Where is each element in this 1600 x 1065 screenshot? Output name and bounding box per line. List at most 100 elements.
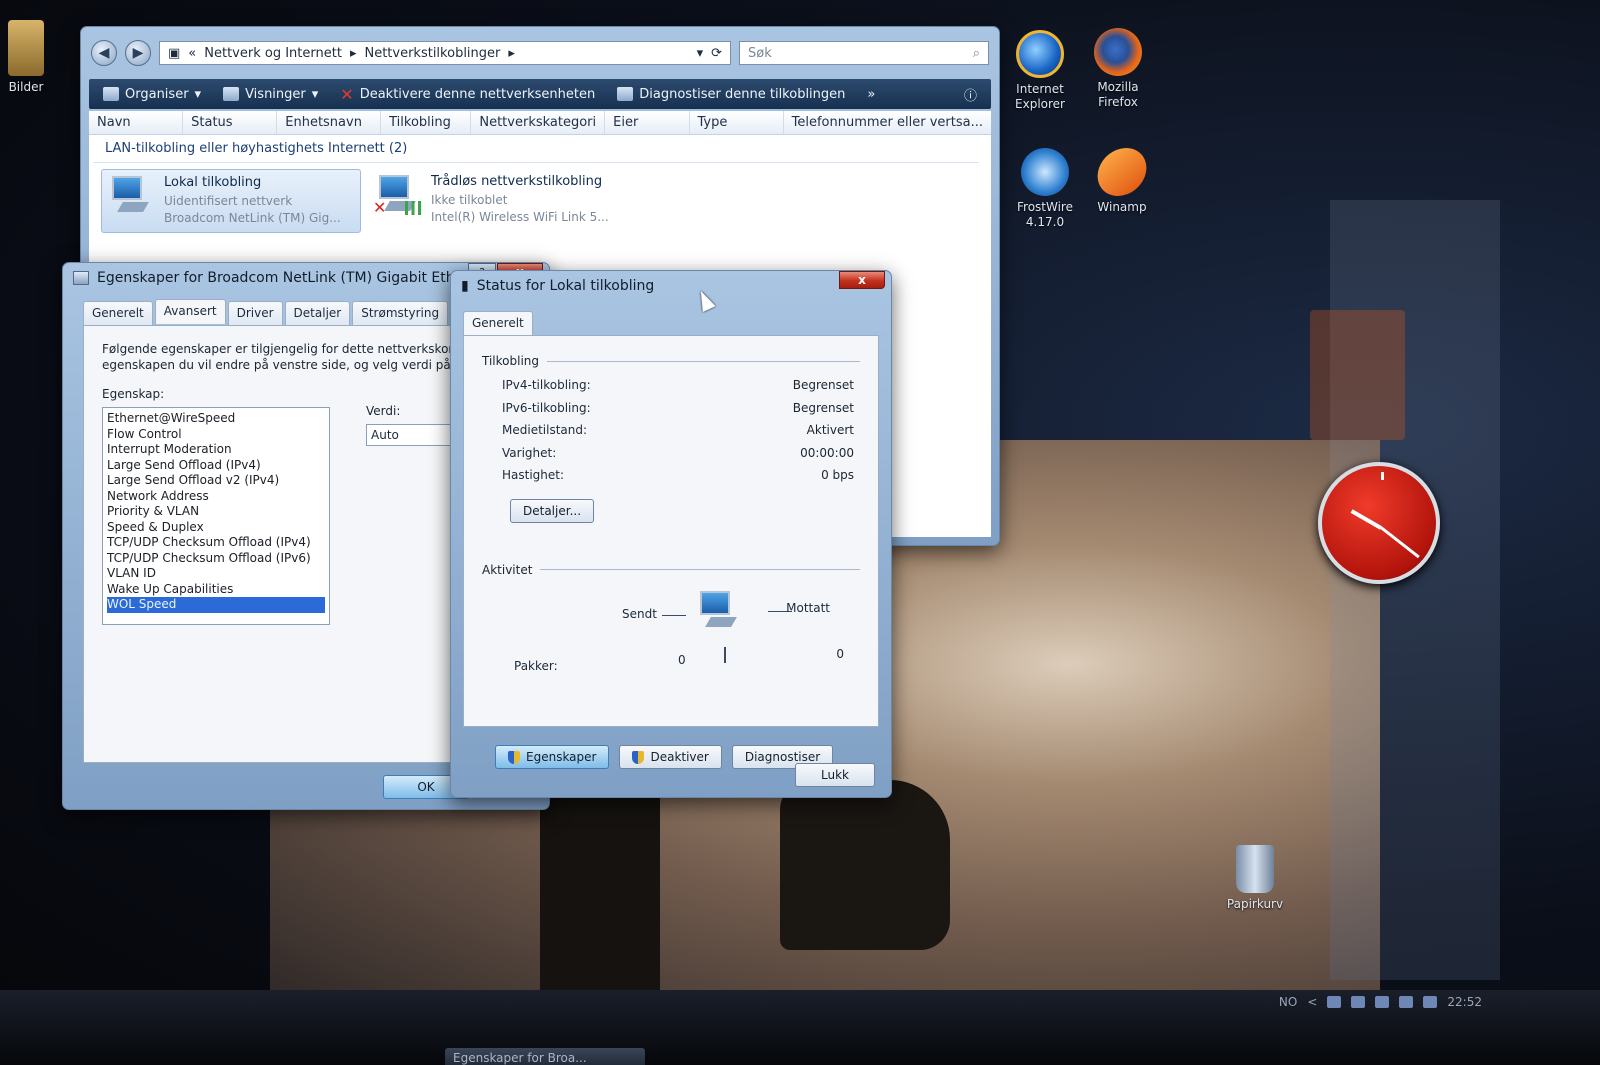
property-list-item[interactable]: Priority & VLAN [107, 504, 325, 520]
details-button[interactable]: Detaljer... [510, 498, 594, 523]
diagnose-connection-button[interactable]: Diagnostiser denne tilkoblingen [617, 87, 845, 102]
column-header[interactable]: Eier [605, 111, 690, 134]
chevron-right-icon[interactable]: ▸ [508, 46, 515, 61]
language-indicator[interactable]: NO [1279, 995, 1297, 1009]
tab-stromstyring[interactable]: Strømstyring [352, 301, 449, 326]
column-header[interactable]: Telefonnummer eller vertsa... [784, 111, 991, 134]
properties-button[interactable]: Egenskaper [495, 745, 610, 769]
column-header[interactable]: Navn [89, 111, 184, 134]
connection-name: Trådløs nettverkstilkobling [431, 174, 603, 189]
desktop-icon-frostwire[interactable]: FrostWire 4.17.0 [1005, 148, 1085, 230]
search-icon[interactable]: ⌕ [973, 46, 980, 61]
address-bar[interactable]: ▣ « Nettverk og Internett ▸ Nettverkstil… [159, 41, 731, 65]
network-tray-icon[interactable] [1399, 996, 1414, 1008]
general-panel: Tilkobling IPv4-tilkobling: Begrenset IPv… [463, 335, 879, 727]
tray-app-icon[interactable] [1375, 996, 1390, 1008]
tray-app-icon[interactable] [1351, 996, 1366, 1008]
back-button[interactable]: ◀ [91, 40, 117, 66]
tab-generelt[interactable]: Generelt [463, 311, 533, 336]
organize-button[interactable]: Organiser ▾ [103, 87, 201, 102]
sent-label: Sendt [622, 606, 657, 621]
tray-expand-icon[interactable]: < [1307, 995, 1317, 1009]
property-list-item[interactable]: Interrupt Moderation [107, 442, 325, 458]
property-list-item[interactable]: Wake Up Capabilities [107, 582, 325, 598]
property-list-item[interactable]: Network Address [107, 489, 325, 505]
packets-label: Pakker: [514, 658, 558, 673]
breadcrumb-overflow[interactable]: « [188, 46, 196, 61]
breadcrumb-segment[interactable]: Nettverk og Internett [204, 46, 342, 61]
activity-panel: Sendt Mottatt Pakker: 0 0 [482, 583, 860, 693]
property-list-item[interactable]: Large Send Offload v2 (IPv4) [107, 473, 325, 489]
tab-detaljer[interactable]: Detaljer [284, 301, 351, 326]
property-list-item[interactable]: VLAN ID [107, 566, 325, 582]
desktop-icon-recycle-bin[interactable]: Papirkurv [1215, 845, 1295, 912]
tab-generelt[interactable]: Generelt [83, 301, 153, 326]
property-list-item[interactable]: WOL Speed [107, 597, 325, 613]
desktop-icon-label: FrostWire [1017, 200, 1073, 214]
breadcrumb-segment[interactable]: Nettverkstilkoblinger [364, 46, 500, 61]
status-value: Begrenset [792, 400, 854, 415]
internet-explorer-icon [1016, 30, 1064, 78]
property-list-item[interactable]: Flow Control [107, 427, 325, 443]
desktop-icon-bilder[interactable]: Bilder [0, 20, 66, 95]
connection-item[interactable]: ✕ Trådløs nettverkstilkobling Ikke tilko… [369, 169, 629, 233]
more-commands-button[interactable]: » [867, 87, 875, 102]
disable-button[interactable]: Deaktiver [619, 745, 722, 769]
status-value: 00:00:00 [800, 445, 854, 460]
clock-gadget[interactable] [1318, 462, 1440, 584]
help-icon[interactable]: ⓘ [964, 85, 977, 104]
refresh-icon[interactable]: ⟳ [711, 46, 722, 61]
desktop-icon-internet-explorer[interactable]: Internet Explorer [1000, 30, 1080, 112]
connection-device: Broadcom NetLink (TM) Gig... [164, 211, 341, 226]
frostwire-icon [1021, 148, 1069, 196]
views-button[interactable]: Visninger ▾ [223, 87, 318, 102]
column-header[interactable]: Enhetsnavn [277, 111, 382, 134]
column-header[interactable]: Tilkobling [381, 111, 472, 134]
system-tray: NO < 22:52 [1279, 995, 1482, 1009]
disable-icon: ✕ [340, 84, 354, 104]
chevron-right-icon[interactable]: ▸ [350, 46, 357, 61]
command-bar: Organiser ▾ Visninger ▾ ✕ Deaktivere denne … [89, 79, 991, 109]
status-value: Aktivert [806, 423, 854, 438]
property-list-item[interactable]: TCP/UDP Checksum Offload (IPv6) [107, 551, 325, 567]
clock-hour-hand [1350, 509, 1382, 530]
connection-item[interactable]: Lokal tilkobling Uidentifisert nettverk … [101, 169, 361, 233]
chevron-down-icon: ▾ [311, 86, 319, 102]
wallpaper-detail [780, 780, 950, 950]
property-list-item[interactable]: TCP/UDP Checksum Offload (IPv4) [107, 535, 325, 551]
tab-avansert[interactable]: Avansert [154, 299, 226, 324]
chevron-down-icon[interactable]: ▾ [697, 46, 704, 61]
column-headers: Navn Status Enhetsnavn Tilkobling Nettve… [89, 111, 991, 135]
tray-app-icon[interactable] [1327, 996, 1342, 1008]
desktop-icon-mozilla-firefox[interactable]: Mozilla Firefox [1078, 28, 1158, 110]
desktop-icon-label: Explorer [1015, 97, 1065, 111]
property-list-item[interactable]: Ethernet@WireSpeed [107, 411, 325, 427]
column-header[interactable]: Status [183, 111, 278, 134]
dialog-titlebar[interactable]: ▮ Status for Lokal tilkobling [451, 271, 891, 301]
winamp-icon [1093, 148, 1151, 196]
taskbar-button[interactable]: Egenskaper for Broa... [445, 1048, 645, 1065]
property-list-item[interactable]: Large Send Offload (IPv4) [107, 458, 325, 474]
property-listbox[interactable]: Ethernet@WireSpeed Flow Control Interrupt … [102, 407, 330, 626]
recycle-bin-icon [1236, 845, 1274, 893]
tab-driver[interactable]: Driver [227, 301, 283, 326]
disable-device-button[interactable]: ✕ Deaktivere denne nettverksenheten [340, 85, 595, 104]
packets-received: 0 [836, 646, 844, 661]
volume-icon[interactable] [1423, 996, 1438, 1008]
disable-device-label: Deaktivere denne nettverksenheten [359, 86, 596, 102]
calendar-gadget[interactable] [1310, 310, 1405, 440]
forward-button[interactable]: ▶ [125, 40, 151, 66]
diagnose-connection-label: Diagnostiser denne tilkoblingen [639, 86, 846, 102]
activity-line [662, 614, 686, 616]
search-input[interactable]: Søk ⌕ [739, 41, 989, 65]
group-header[interactable]: LAN-tilkobling eller høyhastighets Inter… [93, 135, 979, 163]
column-header[interactable]: Type [690, 111, 784, 134]
desktop-icon-winamp[interactable]: Winamp [1082, 148, 1162, 215]
close-button[interactable]: x [839, 271, 885, 289]
column-header[interactable]: Nettverkskategori [471, 111, 606, 134]
clock-time[interactable]: 22:52 [1447, 995, 1482, 1009]
property-list-item[interactable]: Speed & Duplex [107, 520, 325, 536]
clock-tick [1381, 472, 1384, 480]
signal-icon [405, 201, 421, 215]
close-dialog-button[interactable]: Lukk [795, 763, 875, 787]
